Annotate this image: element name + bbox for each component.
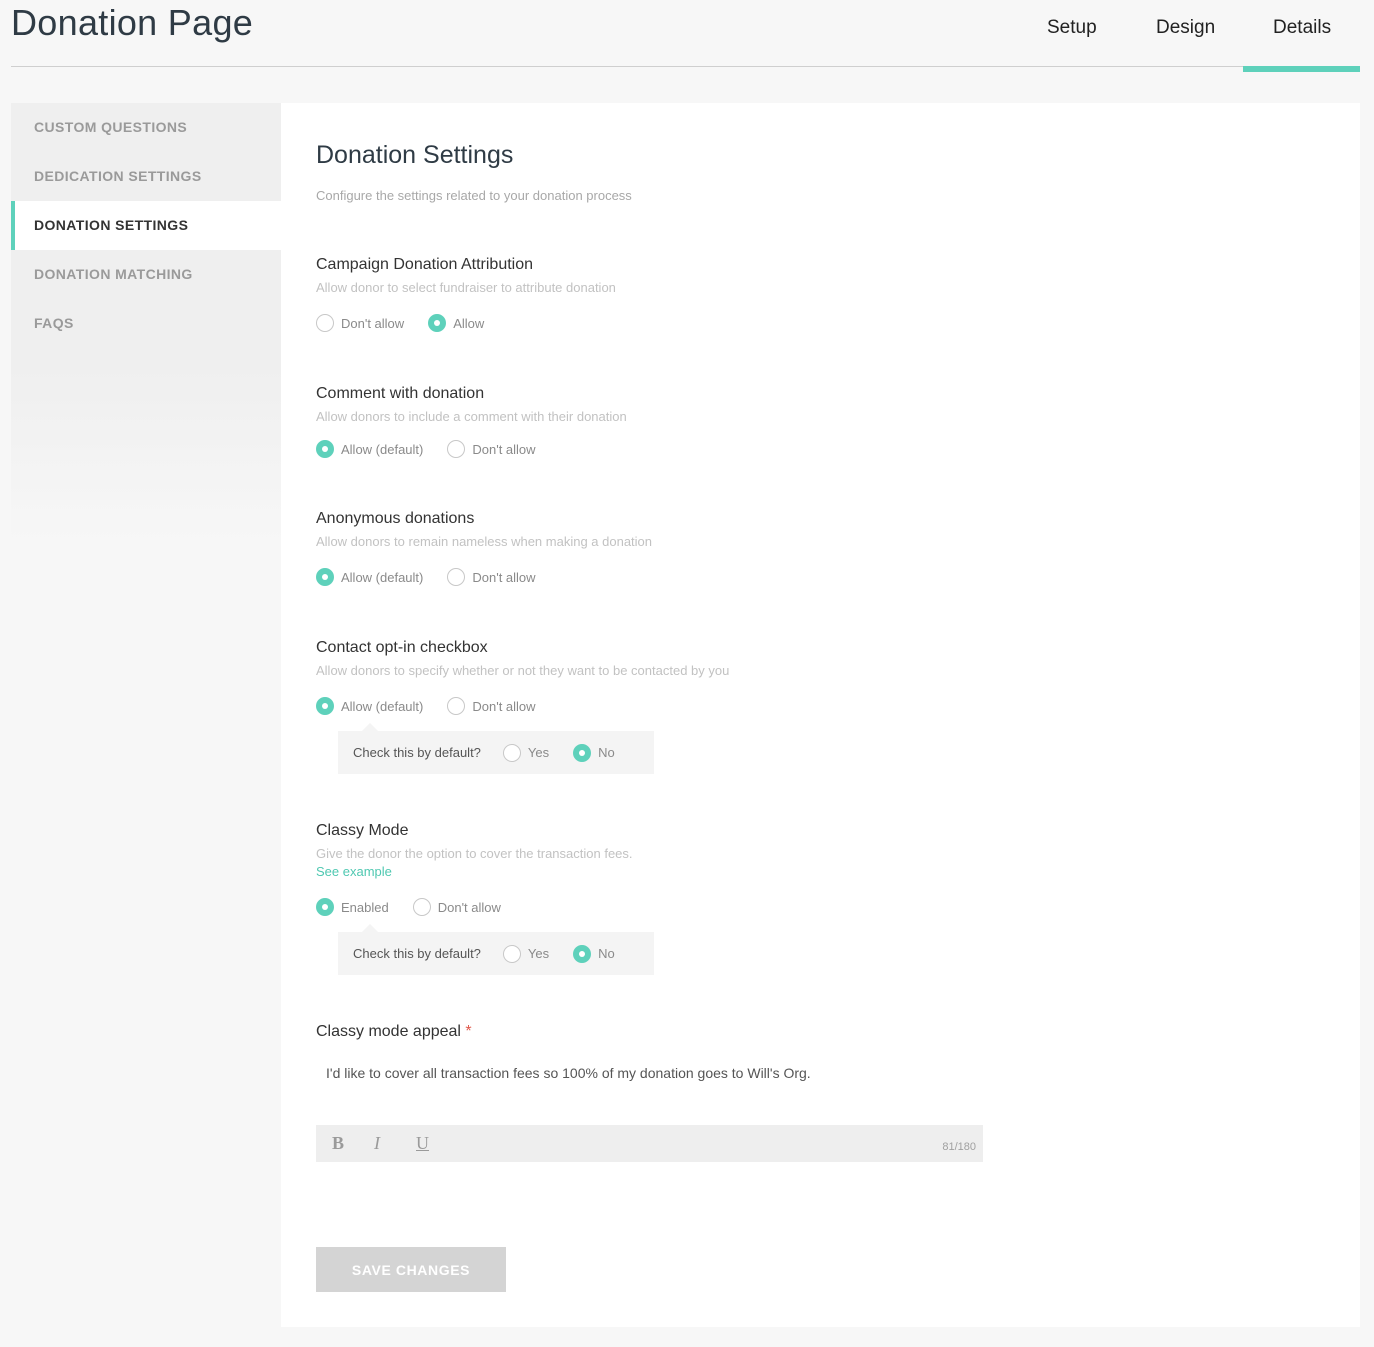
radio-button[interactable] — [447, 697, 466, 715]
radio-button[interactable] — [412, 898, 431, 916]
optin-default-subpanel: Check this by default? Yes No — [338, 723, 654, 774]
bold-button[interactable]: B — [332, 1133, 374, 1154]
optin-option-allow[interactable]: Allow (default) — [316, 697, 423, 715]
radio-label: Allow (default) — [341, 698, 424, 714]
anonymous-title: Anonymous donations — [316, 510, 475, 527]
anonymous-desc: Allow donors to remain nameless when mak… — [316, 534, 653, 549]
radio-label: Yes — [527, 946, 550, 961]
radio-button[interactable] — [502, 743, 521, 762]
character-counter: 81/180 — [942, 1141, 976, 1153]
radio-label: No — [598, 745, 615, 760]
radio-button[interactable] — [502, 944, 521, 963]
classy-default-option-no[interactable]: No — [573, 944, 615, 963]
see-example-link[interactable]: See example — [316, 864, 392, 879]
section-subtitle: Configure the settings related to your d… — [316, 188, 632, 203]
top-tabs: Setup Design Details — [0, 0, 1374, 72]
required-asterisk: * — [465, 1023, 472, 1040]
comment-option-allow[interactable]: Allow (default) — [316, 440, 423, 458]
sidebar-item-custom-questions[interactable]: CUSTOM QUESTIONS — [11, 103, 281, 152]
attribution-title: Campaign Donation Attribution — [316, 256, 534, 273]
tab-details[interactable]: Details — [1273, 17, 1331, 39]
optin-title: Contact opt-in checkbox — [316, 639, 488, 656]
sidebar-item-faqs[interactable]: FAQS — [11, 299, 281, 348]
sidebar-item-donation-matching[interactable]: DONATION MATCHING — [11, 250, 281, 299]
optin-radio-group: Allow (default) Don't allow — [316, 696, 560, 716]
radio-label: No — [598, 946, 615, 961]
radio-button-selected[interactable] — [316, 697, 334, 715]
radio-label: Allow (default) — [341, 569, 424, 585]
header-divider — [11, 66, 1360, 67]
radio-label: Don't allow — [341, 315, 405, 331]
tab-setup[interactable]: Setup — [1047, 17, 1097, 39]
optin-default-option-yes[interactable]: Yes — [502, 743, 550, 762]
sidebar-item-donation-settings[interactable]: DONATION SETTINGS — [11, 201, 281, 250]
attribution-option-dont-allow[interactable]: Don't allow — [316, 314, 404, 332]
save-changes-button[interactable]: SAVE CHANGES — [316, 1247, 506, 1292]
radio-button-selected[interactable] — [316, 440, 334, 458]
underline-button[interactable]: U — [416, 1133, 458, 1154]
comment-title: Comment with donation — [316, 385, 485, 402]
radio-button[interactable] — [316, 314, 334, 332]
radio-button-selected[interactable] — [316, 898, 334, 916]
radio-label: Don't allow — [472, 698, 536, 714]
radio-label: Allow (default) — [341, 441, 424, 457]
attribution-option-allow[interactable]: Allow — [428, 314, 484, 332]
sidebar-item-dedication-settings[interactable]: DEDICATION SETTINGS — [11, 152, 281, 201]
radio-button[interactable] — [447, 568, 466, 586]
comment-option-dont-allow[interactable]: Don't allow — [447, 440, 536, 458]
radio-button-selected[interactable] — [428, 314, 447, 332]
radio-button-selected[interactable] — [316, 568, 334, 586]
optin-desc: Allow donors to specify whether or not t… — [316, 663, 730, 678]
optin-option-dont-allow[interactable]: Don't allow — [447, 697, 536, 715]
anonymous-radio-group: Allow (default) Don't allow — [316, 567, 560, 587]
appeal-text-editor[interactable]: I'd like to cover all transaction fees s… — [326, 1065, 976, 1081]
anonymous-option-allow[interactable]: Allow (default) — [316, 568, 423, 586]
radio-label: Don't allow — [472, 569, 536, 585]
appeal-title: Classy mode appeal * — [316, 1023, 472, 1041]
italic-button[interactable]: I — [374, 1133, 416, 1154]
settings-panel: Donation Settings Configure the settings… — [281, 103, 1360, 1327]
appeal-title-text: Classy mode appeal — [316, 1023, 461, 1040]
radio-label: Don't allow — [472, 441, 536, 457]
optin-default-question: Check this by default? — [353, 745, 481, 760]
comment-radio-group: Allow (default) Don't allow — [316, 439, 560, 459]
classy-mode-option-dont-allow[interactable]: Don't allow — [412, 898, 501, 916]
classy-mode-option-enabled[interactable]: Enabled — [316, 898, 389, 916]
sidebar: CUSTOM QUESTIONS DEDICATION SETTINGS DON… — [11, 103, 281, 543]
radio-button-selected[interactable] — [573, 944, 592, 963]
editor-toolbar: B I U 81/180 — [316, 1125, 983, 1162]
radio-label: Don't allow — [437, 899, 501, 915]
classy-mode-radio-group: Enabled Don't allow — [316, 897, 525, 917]
classy-default-option-yes[interactable]: Yes — [502, 944, 550, 963]
classy-mode-desc: Give the donor the option to cover the t… — [316, 846, 633, 861]
optin-default-option-no[interactable]: No — [573, 743, 615, 762]
section-heading: Donation Settings — [316, 141, 514, 169]
radio-label: Enabled — [341, 899, 389, 915]
attribution-desc: Allow donor to select fundraiser to attr… — [316, 280, 616, 295]
classy-default-subpanel: Check this by default? Yes No — [338, 924, 654, 975]
active-tab-indicator — [1243, 66, 1360, 72]
comment-desc: Allow donors to include a comment with t… — [316, 409, 627, 424]
radio-button[interactable] — [447, 440, 466, 458]
tab-design[interactable]: Design — [1156, 17, 1215, 39]
anonymous-option-dont-allow[interactable]: Don't allow — [447, 568, 536, 586]
radio-button-selected[interactable] — [573, 743, 592, 762]
radio-label: Yes — [527, 745, 550, 760]
classy-mode-title: Classy Mode — [316, 822, 409, 839]
attribution-radio-group: Don't allow Allow — [316, 313, 508, 333]
classy-default-question: Check this by default? — [353, 946, 481, 961]
radio-label: Allow — [453, 315, 485, 331]
